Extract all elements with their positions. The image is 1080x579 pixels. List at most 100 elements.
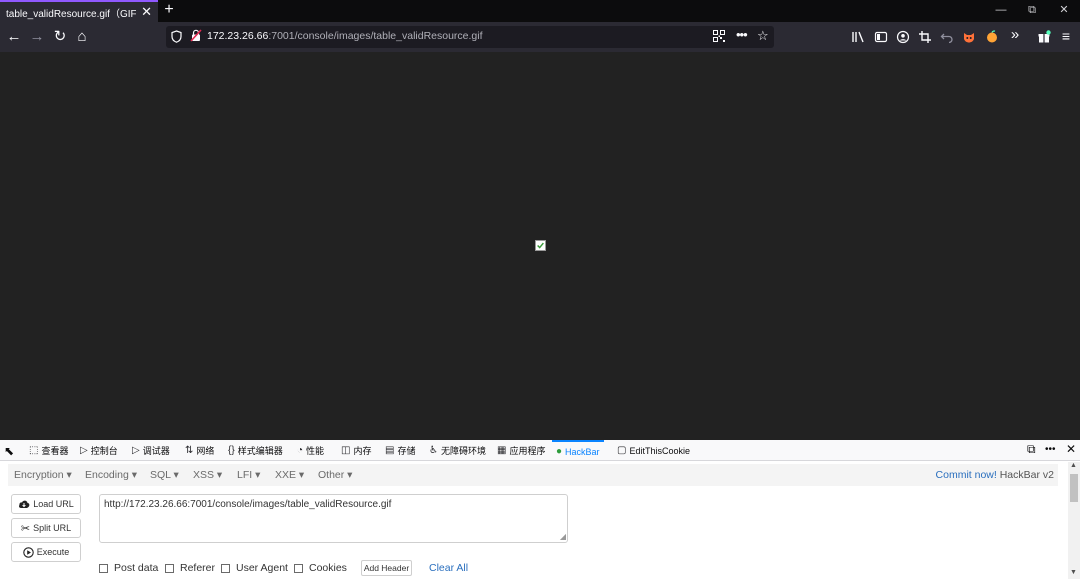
commit-now-link[interactable]: Commit now! [936, 469, 997, 481]
tab-console[interactable]: ▷ 控制台 [80, 440, 118, 461]
scroll-down-icon[interactable]: ▼ [1070, 569, 1077, 576]
devtools-panel: ⬉ ⬚ 查看器 ▷ 控制台 ▷ 调试器 ⇅ 网络 {} 样式编辑器 ◔ 性能 ◫… [0, 440, 1080, 579]
restore-icon[interactable]: ⧉ [1024, 3, 1040, 17]
hackbar-url-textarea[interactable]: http://172.23.26.66:7001/console/images/… [99, 494, 568, 543]
element-picker-icon[interactable]: ⬉ [4, 440, 14, 461]
menu-xxe[interactable]: XXE ▾ [275, 469, 304, 481]
load-url-button[interactable]: Load URL [11, 494, 81, 514]
menu-lfi[interactable]: LFI ▾ [237, 469, 260, 481]
split-url-label: Split URL [33, 523, 72, 533]
overflow-icon[interactable]: » [1008, 27, 1022, 43]
tracking-shield-icon[interactable] [171, 30, 182, 43]
referer-box[interactable] [165, 563, 174, 573]
menu-other[interactable]: Other ▾ [318, 469, 352, 481]
execute-label: Execute [36, 547, 70, 557]
new-tab-button[interactable]: + [162, 1, 176, 19]
page-actions-more-icon[interactable]: ••• [736, 27, 748, 42]
tab-style-editor[interactable]: {} 样式编辑器 [228, 440, 283, 461]
tab-application-label: 应用程序 [509, 446, 546, 456]
resize-handle-icon[interactable]: ◢ [560, 532, 566, 541]
tab-performance[interactable]: ◔ 性能 [297, 440, 324, 461]
scroll-up-icon[interactable]: ▲ [1070, 462, 1077, 469]
tab-network-label: 网络 [196, 446, 215, 456]
cloud-download-icon [19, 500, 30, 508]
tab-application[interactable]: ▦ 应用程序 [497, 440, 545, 461]
performance-icon: ◔ [297, 445, 304, 456]
tab-inspector[interactable]: ⬚ 查看器 [29, 440, 68, 461]
address-bar[interactable]: 172.23.26.66:7001/console/images/table_v… [166, 26, 774, 48]
navigation-toolbar: ← → ↻ ⌂ 172.23.26.66:7001/console/images… [0, 22, 1080, 52]
menu-sql[interactable]: SQL ▾ [150, 469, 179, 481]
menu-xss[interactable]: XSS ▾ [193, 469, 222, 481]
undo-icon[interactable] [940, 29, 954, 45]
add-header-button[interactable]: Add Header [361, 560, 412, 576]
devtools-tabbar: ⬉ ⬚ 查看器 ▷ 控制台 ▷ 调试器 ⇅ 网络 {} 样式编辑器 ◔ 性能 ◫… [0, 440, 1080, 461]
execute-button[interactable]: Execute [11, 542, 81, 562]
insecure-lock-icon[interactable] [190, 29, 202, 42]
tab-storage[interactable]: ▤ 存储 [385, 440, 415, 461]
referer-checkbox[interactable]: Referer [165, 562, 215, 574]
tab-accessibility[interactable]: ♿ 无障碍环境 [429, 440, 486, 461]
cookies-box[interactable] [294, 563, 303, 573]
user-agent-box[interactable] [221, 563, 230, 573]
tab-editthiscookie[interactable]: ▢ EditThisCookie [617, 440, 690, 461]
devtools-scrollbar[interactable]: ▲ ▼ [1068, 462, 1080, 579]
qr-code-icon[interactable] [713, 30, 725, 42]
application-icon: ▦ [497, 445, 507, 456]
reload-icon[interactable]: ↻ [51, 27, 69, 47]
library-icon[interactable] [851, 29, 865, 45]
screenshot-icon[interactable] [918, 29, 932, 45]
checkmark-gif-image [535, 240, 546, 251]
tab-debugger-label: 调试器 [142, 446, 170, 456]
tab-hackbar-label: HackBar [565, 446, 600, 457]
hackbar-menu: Encryption ▾ Encoding ▾ SQL ▾ XSS ▾ LFI … [8, 464, 1058, 486]
tab-inspector-label: 查看器 [41, 446, 69, 456]
post-data-box[interactable] [99, 563, 108, 573]
clear-all-link[interactable]: Clear All [429, 562, 468, 574]
style-editor-icon: {} [228, 445, 235, 456]
sidebar-icon[interactable] [874, 29, 888, 45]
devtools-close-icon[interactable]: ✕ [1066, 442, 1076, 456]
user-agent-checkbox[interactable]: User Agent [221, 562, 288, 574]
tab-hackbar[interactable]: ● HackBar [552, 440, 604, 461]
menu-encryption[interactable]: Encryption ▾ [14, 469, 72, 481]
bookmark-star-icon[interactable]: ☆ [757, 28, 769, 44]
url-path: :7001/console/images/table_validResource… [268, 30, 483, 42]
debugger-icon: ▷ [132, 445, 140, 456]
console-icon: ▷ [80, 445, 88, 456]
menu-icon[interactable]: ≡ [1059, 28, 1073, 44]
cookies-checkbox[interactable]: Cookies [294, 562, 347, 574]
back-icon[interactable]: ← [5, 27, 23, 47]
extensions-icon[interactable] [1037, 29, 1051, 45]
referer-label: Referer [180, 562, 216, 574]
storage-icon: ▤ [385, 445, 395, 456]
forward-icon[interactable]: → [28, 27, 46, 47]
editthiscookie-icon: ▢ [617, 445, 627, 456]
tab-close-icon[interactable]: ✕ [141, 5, 152, 19]
tab-network[interactable]: ⇅ 网络 [185, 440, 214, 461]
extension-fox-icon[interactable] [962, 29, 976, 45]
window-close-icon[interactable]: ✕ [1056, 3, 1072, 17]
tab-editthiscookie-label: EditThisCookie [629, 445, 690, 456]
dock-icon[interactable]: ⧉ [1027, 442, 1036, 457]
account-icon[interactable] [896, 29, 910, 45]
tab-memory[interactable]: ◫ 内存 [341, 440, 371, 461]
menu-encoding[interactable]: Encoding ▾ [85, 469, 137, 481]
cookies-label: Cookies [309, 562, 347, 574]
minimize-icon[interactable]: — [993, 3, 1009, 17]
scrollbar-thumb[interactable] [1070, 474, 1078, 502]
url-text[interactable]: 172.23.26.66:7001/console/images/table_v… [207, 30, 483, 42]
hackbar-url-value: http://172.23.26.66:7001/console/images/… [104, 499, 392, 510]
home-icon[interactable]: ⌂ [73, 27, 91, 47]
tab-console-label: 控制台 [90, 446, 118, 456]
extension-orange-icon[interactable] [985, 29, 999, 45]
browser-tab-active[interactable]: table_validResource.gif（GIF 图像 ✕ [0, 0, 158, 22]
devtools-more-icon[interactable]: ••• [1045, 444, 1056, 455]
tab-performance-label: 性能 [306, 446, 325, 456]
split-url-button[interactable]: ✂ Split URL [11, 518, 81, 538]
hackbar-version: HackBar v2 [999, 469, 1054, 481]
post-data-checkbox[interactable]: Post data [99, 562, 158, 574]
scissors-icon: ✂ [20, 522, 31, 535]
tab-debugger[interactable]: ▷ 调试器 [132, 440, 170, 461]
load-url-label: Load URL [33, 499, 74, 509]
